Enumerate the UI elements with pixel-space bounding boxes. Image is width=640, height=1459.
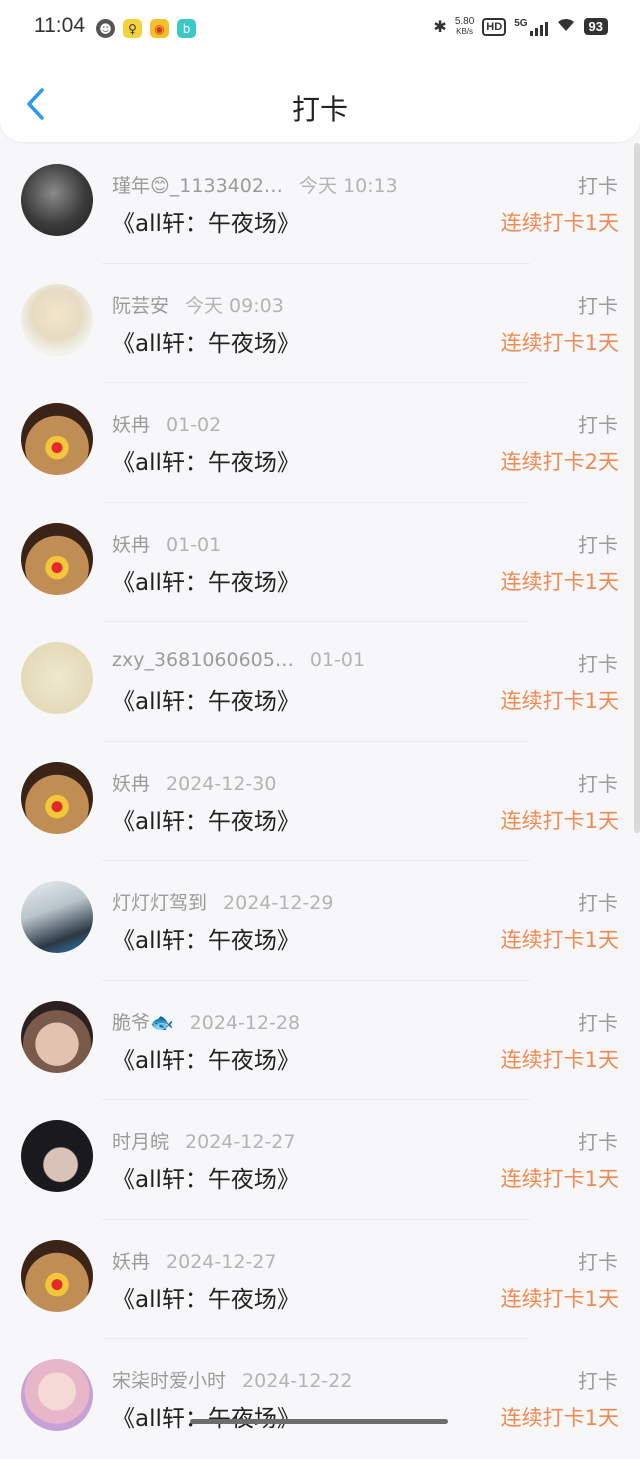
timestamp: 今天 10:13 <box>298 175 398 197</box>
bluetooth-icon: ✱ <box>433 18 447 36</box>
list-item[interactable]: 宋柒时爱小时 2024-12-22 《all轩：午夜场》 打卡 连续打卡1天 <box>0 1339 640 1459</box>
checkin-tag: 打卡 <box>578 1130 618 1154</box>
avatar[interactable] <box>21 761 93 834</box>
timestamp: 2024-12-27 <box>185 1131 296 1153</box>
status-app-icons: ☻ ♀ ◉ b <box>96 19 196 38</box>
avatar[interactable] <box>21 1120 93 1192</box>
streak-label: 连续打卡1天 <box>500 211 619 235</box>
checkin-tag: 打卡 <box>578 532 618 557</box>
header-bar: 打卡 <box>0 58 640 142</box>
checkin-tag: 打卡 <box>578 771 618 796</box>
username[interactable]: zxy_3681060605… <box>112 649 294 671</box>
list-item[interactable]: 瑾年😊_1133402… 今天 10:13 《all轩：午夜场》 打卡 连续打卡1… <box>0 144 640 264</box>
checkin-tag: 打卡 <box>578 891 618 915</box>
timestamp: 01-02 <box>166 414 222 436</box>
avatar[interactable] <box>21 283 93 356</box>
book-title[interactable]: 《all轩：午夜场》 <box>112 802 300 836</box>
timestamp: 01-01 <box>166 533 222 556</box>
username[interactable]: 宋柒时爱小时 <box>112 1370 226 1392</box>
username[interactable]: 妖冉 <box>112 534 150 556</box>
avatar[interactable] <box>21 1000 93 1073</box>
streak-label: 连续打卡1天 <box>500 928 619 952</box>
status-time: 11:04 <box>34 14 85 37</box>
status-indicators: ✱ 5.80 KB/s HD 5G 93 <box>433 16 608 37</box>
streak-label: 连续打卡1天 <box>500 1286 619 1311</box>
weibo-icon: ◉ <box>150 19 169 38</box>
list-item[interactable]: 妖冉 01-01 《all轩：午夜场》 打卡 连续打卡1天 <box>0 503 640 622</box>
list-item[interactable]: zxy_3681060605… 01-01 《all轩：午夜场》 打卡 连续打卡1… <box>0 622 640 742</box>
avatar[interactable] <box>21 522 93 595</box>
list-item[interactable]: 灯灯灯驾到 2024-12-29 《all轩：午夜场》 打卡 连续打卡1天 <box>0 861 640 981</box>
timestamp: 2024-12-28 <box>189 1011 301 1034</box>
avatar[interactable] <box>21 403 93 475</box>
username[interactable]: 灯灯灯驾到 <box>112 892 207 914</box>
username[interactable]: 脆爷🐟 <box>112 1012 174 1034</box>
list-item[interactable]: 时月皖 2024-12-27 《all轩：午夜场》 打卡 连续打卡1天 <box>0 1100 640 1220</box>
streak-label: 连续打卡1天 <box>500 808 619 833</box>
timestamp: 2024-12-30 <box>166 772 277 795</box>
checkin-tag: 打卡 <box>578 174 618 198</box>
book-title[interactable]: 《all轩：午夜场》 <box>112 563 300 597</box>
book-title[interactable]: 《all轩：午夜场》 <box>112 682 300 716</box>
checkin-tag: 打卡 <box>578 413 618 437</box>
timestamp: 2024-12-22 <box>242 1370 353 1392</box>
checkin-tag: 打卡 <box>578 1249 618 1274</box>
book-title[interactable]: 《all轩：午夜场》 <box>112 1160 300 1194</box>
list-item[interactable]: 阮芸安 今天 09:03 《all轩：午夜场》 打卡 连续打卡1天 <box>0 264 640 383</box>
avatar[interactable] <box>21 164 93 236</box>
streak-label: 连续打卡1天 <box>500 1406 619 1430</box>
checkin-tag: 打卡 <box>578 1369 618 1393</box>
avatar[interactable] <box>21 1239 93 1312</box>
username[interactable]: 妖冉 <box>112 773 150 795</box>
timestamp: 01-01 <box>309 649 366 671</box>
timestamp: 今天 09:03 <box>185 294 284 317</box>
username[interactable]: 时月皖 <box>112 1131 169 1153</box>
book-title[interactable]: 《all轩：午夜场》 <box>112 1399 300 1433</box>
avatar[interactable] <box>21 1359 93 1431</box>
streak-label: 连续打卡1天 <box>500 689 619 713</box>
home-indicator[interactable] <box>190 1419 448 1424</box>
list-item[interactable]: 脆爷🐟 2024-12-28 《all轩：午夜场》 打卡 连续打卡1天 <box>0 981 640 1100</box>
timestamp: 2024-12-29 <box>223 892 334 914</box>
book-title[interactable]: 《all轩：午夜场》 <box>112 324 300 358</box>
hd-badge: HD <box>482 17 507 36</box>
book-title[interactable]: 《all轩：午夜场》 <box>112 921 300 955</box>
battery-indicator: 93 <box>583 18 608 35</box>
book-title[interactable]: 《all轩：午夜场》 <box>112 1041 300 1075</box>
checkin-list: 瑾年😊_1133402… 今天 10:13 《all轩：午夜场》 打卡 连续打卡1… <box>0 144 640 1459</box>
streak-label: 连续打卡2天 <box>500 450 619 474</box>
username[interactable]: 阮芸安 <box>112 295 169 317</box>
checkin-tag: 打卡 <box>578 1010 618 1035</box>
checkin-tag: 打卡 <box>578 293 618 318</box>
username[interactable]: 妖冉 <box>112 414 150 436</box>
username[interactable]: 妖冉 <box>112 1251 150 1273</box>
bilibili-icon: b <box>177 19 196 38</box>
avatar[interactable] <box>21 642 93 714</box>
book-title[interactable]: 《all轩：午夜场》 <box>112 204 300 238</box>
streak-label: 连续打卡1天 <box>500 330 619 355</box>
streak-label: 连续打卡1天 <box>500 1047 619 1072</box>
net-speed: 5.80 KB/s <box>454 15 475 36</box>
app-notification-icon: ♀ <box>123 19 142 38</box>
app-notification-icon: ☻ <box>96 19 115 38</box>
book-title[interactable]: 《all轩：午夜场》 <box>112 443 300 477</box>
list-item[interactable]: 妖冉 2024-12-30 《all轩：午夜场》 打卡 连续打卡1天 <box>0 742 640 861</box>
checkin-tag: 打卡 <box>578 652 618 676</box>
status-bar: 11:04 ☻ ♀ ◉ b ✱ 5.80 KB/s HD 5G 93 <box>0 0 640 58</box>
signal-icon: 5G <box>514 18 548 36</box>
avatar[interactable] <box>21 881 93 953</box>
list-item[interactable]: 妖冉 2024-12-27 《all轩：午夜场》 打卡 连续打卡1天 <box>0 1220 640 1339</box>
streak-label: 连续打卡1天 <box>500 569 619 594</box>
list-item[interactable]: 妖冉 01-02 《all轩：午夜场》 打卡 连续打卡2天 <box>0 383 640 503</box>
username[interactable]: 瑾年😊_1133402… <box>112 175 283 197</box>
streak-label: 连续打卡1天 <box>500 1167 619 1191</box>
page-title: 打卡 <box>291 93 348 126</box>
book-title[interactable]: 《all轩：午夜场》 <box>112 1280 300 1314</box>
scrollbar[interactable] <box>634 143 640 833</box>
timestamp: 2024-12-27 <box>166 1250 277 1273</box>
wifi-icon <box>556 16 576 37</box>
